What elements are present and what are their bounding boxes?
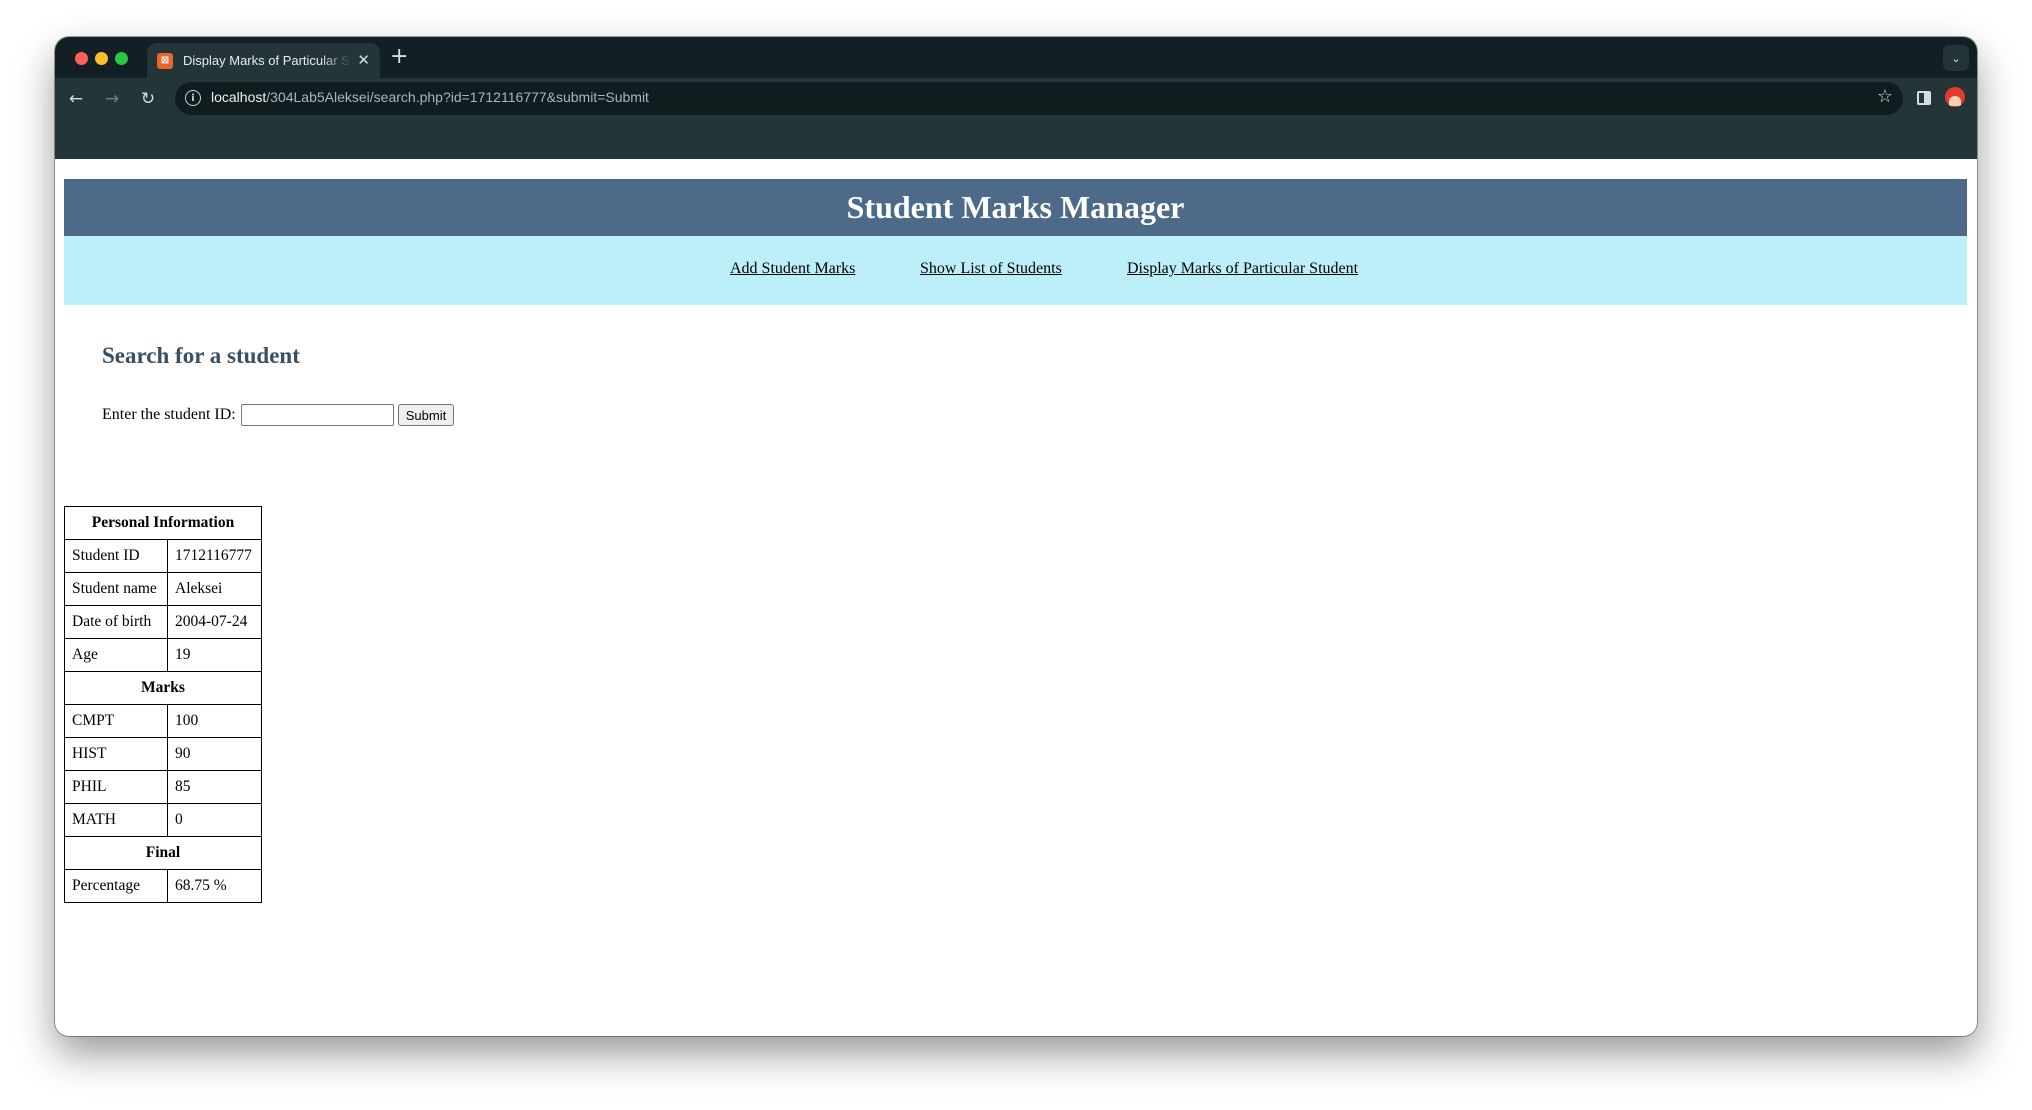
personal-information-header: Personal Information	[64, 506, 262, 540]
row-label: Percentage	[64, 869, 168, 903]
row-value: 19	[167, 638, 262, 672]
row-label: MATH	[64, 803, 168, 837]
browser-tab[interactable]: ⊠ Display Marks of Particular Student ✕	[147, 43, 380, 78]
table-row: PHIL 85	[64, 770, 262, 804]
profile-avatar-icon[interactable]	[1945, 87, 1965, 107]
row-label: HIST	[64, 737, 168, 771]
row-value: 2004-07-24	[167, 605, 262, 639]
row-label: Age	[64, 638, 168, 672]
row-label: Student ID	[64, 539, 168, 573]
marks-header: Marks	[64, 671, 262, 705]
tab-title: Display Marks of Particular Student	[183, 53, 351, 68]
forward-arrow-icon[interactable]: →	[98, 85, 126, 113]
table-row: Age 19	[64, 638, 262, 672]
minimize-window-button[interactable]	[95, 52, 108, 65]
bookmarks-bar	[55, 120, 1977, 159]
url-path: /304Lab5Aleksei/search.php?id=1712116777…	[266, 89, 649, 105]
close-tab-icon[interactable]: ✕	[357, 51, 370, 69]
table-row: Student ID 1712116777	[64, 539, 262, 573]
browser-toolbar: ← → ↻ i localhost/304Lab5Aleksei/search.…	[55, 78, 1977, 120]
row-label: Date of birth	[64, 605, 168, 639]
side-panel-icon[interactable]	[1917, 91, 1931, 105]
row-value: Aleksei	[167, 572, 262, 606]
search-heading: Search for a student	[102, 343, 300, 368]
table-row: Student name Aleksei	[64, 572, 262, 606]
reload-icon[interactable]: ↻	[134, 85, 162, 113]
maximize-window-button[interactable]	[115, 52, 128, 65]
close-window-button[interactable]	[75, 52, 88, 65]
table-row: MATH 0	[64, 803, 262, 837]
nav-link-show-list-of-students[interactable]: Show List of Students	[920, 260, 1062, 278]
search-form: Enter the student ID: Submit	[102, 404, 455, 426]
url-text[interactable]: localhost/304Lab5Aleksei/search.php?id=1…	[211, 89, 649, 105]
new-tab-icon[interactable]: +	[390, 44, 408, 70]
student-id-input[interactable]	[240, 404, 394, 426]
nav-link-add-student-marks[interactable]: Add Student Marks	[730, 260, 855, 278]
row-value: 90	[167, 737, 262, 771]
tab-strip: ⊠ Display Marks of Particular Student ✕ …	[55, 37, 1977, 78]
bookmark-star-icon[interactable]: ☆	[1877, 86, 1893, 107]
submit-button[interactable]: Submit	[397, 404, 455, 426]
final-header: Final	[64, 836, 262, 870]
favicon-icon: ⊠	[157, 52, 173, 69]
table-row: CMPT 100	[64, 704, 262, 738]
back-arrow-icon[interactable]: ←	[62, 85, 90, 113]
page-viewport: Student Marks Manager Add Student Marks …	[55, 159, 1977, 1036]
table-row: Percentage 68.75 %	[64, 869, 262, 903]
url-host: localhost	[211, 89, 267, 105]
row-label: CMPT	[64, 704, 168, 738]
student-marks-table: Personal Information Student ID 17121167…	[64, 506, 262, 903]
nav-link-display-marks[interactable]: Display Marks of Particular Student	[1127, 260, 1358, 278]
tab-search-icon[interactable]: ⌄	[1943, 45, 1969, 71]
row-label: Student name	[64, 572, 168, 606]
table-row: HIST 90	[64, 737, 262, 771]
site-title: Student Marks Manager	[846, 189, 1185, 225]
site-nav: Add Student Marks Show List of Students …	[64, 236, 1967, 305]
site-info-icon[interactable]: i	[185, 90, 201, 106]
student-id-label: Enter the student ID:	[102, 406, 236, 423]
site-header: Student Marks Manager	[64, 179, 1967, 236]
row-value: 100	[167, 704, 262, 738]
row-value: 85	[167, 770, 262, 804]
row-value: 1712116777	[167, 539, 262, 573]
row-label: PHIL	[64, 770, 168, 804]
browser-menu-icon[interactable]: ⋮	[1971, 85, 1977, 106]
row-value: 68.75 %	[167, 869, 262, 903]
row-value: 0	[167, 803, 262, 837]
browser-window: ⊠ Display Marks of Particular Student ✕ …	[55, 37, 1977, 1036]
table-row: Date of birth 2004-07-24	[64, 605, 262, 639]
address-bar[interactable]: i localhost/304Lab5Aleksei/search.php?id…	[175, 82, 1903, 115]
